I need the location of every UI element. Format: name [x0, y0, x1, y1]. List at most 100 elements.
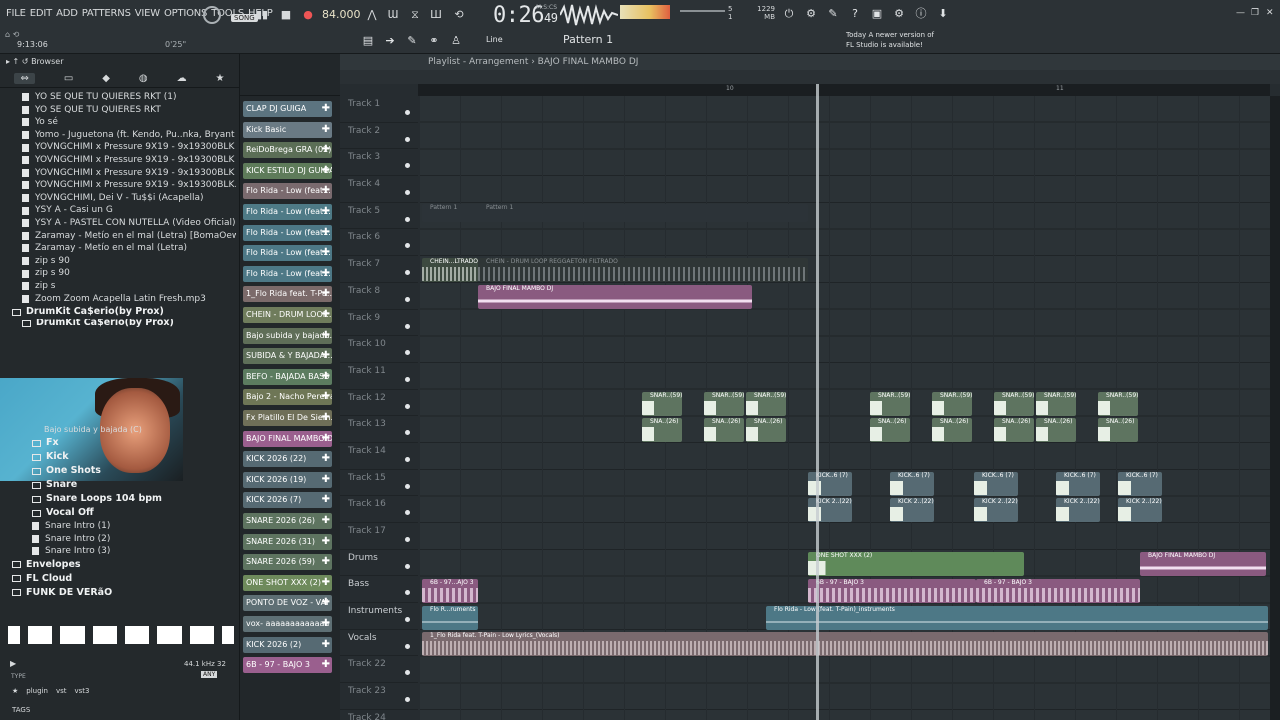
- list-item[interactable]: YSY A - Casi un G: [0, 204, 236, 217]
- channel-button[interactable]: SUBIDA & Y BAJADA... ✚: [243, 348, 332, 365]
- channel-plus-icon[interactable]: ✚: [322, 410, 330, 426]
- folder-item[interactable]: FL Cloud: [0, 572, 236, 586]
- audio-clip[interactable]: 6B - 97 - BAJO 3: [808, 579, 976, 603]
- audio-clip[interactable]: SNAR..(59): [704, 392, 744, 416]
- track-header[interactable]: Track 6: [340, 229, 418, 257]
- track-mute-icon[interactable]: [405, 563, 410, 569]
- channel-plus-icon[interactable]: ✚: [322, 657, 330, 673]
- audio-clip[interactable]: Flo Rida - Low (feat. T-Pain)_instrument…: [766, 606, 1268, 630]
- channel-button[interactable]: KICK 2026 (19) ✚: [243, 471, 332, 488]
- audio-clip[interactable]: KICK..6 (7): [1118, 472, 1162, 496]
- vertical-scrollbar[interactable]: [1270, 96, 1280, 720]
- channel-button[interactable]: Flo Rida - Low (feat... ✚: [243, 204, 332, 220]
- list-item[interactable]: zip s 90: [0, 255, 236, 268]
- audio-clip[interactable]: SNAR..(59): [994, 392, 1034, 416]
- list-item[interactable]: Snare Intro (2): [0, 533, 236, 546]
- track-header[interactable]: Track 13: [340, 416, 418, 443]
- minimize-icon[interactable]: —: [1236, 8, 1245, 18]
- wait-icon[interactable]: Ɯ: [385, 8, 401, 22]
- track-header[interactable]: Track 7: [340, 256, 418, 283]
- audio-clip[interactable]: SNAR..(59): [1098, 392, 1138, 416]
- channel-button[interactable]: Kick Basic ✚: [243, 121, 332, 138]
- menu-view[interactable]: VIEW: [135, 8, 160, 19]
- tab-world-icon[interactable]: ◍: [139, 73, 148, 84]
- channel-button[interactable]: CLAP DJ GUIGA ✚: [243, 101, 332, 117]
- track-header[interactable]: Track 3: [340, 149, 418, 177]
- channel-button[interactable]: ONE SHOT XXX (2) ✚: [243, 574, 332, 591]
- audio-clip[interactable]: SNA..(26): [1036, 418, 1076, 442]
- audio-clip[interactable]: KICK..6 (7): [808, 472, 852, 496]
- tag-vst3[interactable]: vst3: [74, 687, 89, 695]
- track-mute-icon[interactable]: [405, 430, 410, 436]
- channel-plus-icon[interactable]: ✚: [322, 328, 330, 344]
- track-header[interactable]: Track 1: [340, 96, 418, 123]
- audio-clip[interactable]: KICK 2..(22): [1056, 498, 1100, 522]
- track-header[interactable]: Track 16: [340, 496, 418, 523]
- menu-file[interactable]: FILE: [6, 8, 26, 19]
- any-badge[interactable]: ANY: [201, 671, 218, 678]
- audio-clip[interactable]: SNA..(26): [870, 418, 910, 442]
- help-icon[interactable]: ?: [848, 7, 862, 21]
- channel-button[interactable]: KICK 2026 (7) ✚: [243, 492, 332, 509]
- list-item[interactable]: Yo sé: [0, 116, 236, 129]
- channel-button[interactable]: BEFO - BAJADA BASS ✚: [243, 368, 332, 385]
- audio-clip[interactable]: KICK 2..(22): [808, 498, 852, 522]
- list-item[interactable]: Zaramay - Metío en el mal (Letra) [BomaO…: [0, 230, 236, 243]
- track-header[interactable]: Bass: [340, 576, 418, 604]
- audio-clip[interactable]: SNAR..(59): [642, 392, 682, 416]
- plugin-icon[interactable]: ⚙: [892, 7, 906, 21]
- track-mute-icon[interactable]: [405, 376, 410, 382]
- audio-clip[interactable]: CHEIN...LTRADO: [422, 258, 478, 282]
- channel-button[interactable]: BAJO FINAL MAMBO DJ ✚: [243, 430, 332, 447]
- channel-plus-icon[interactable]: ✚: [322, 369, 330, 385]
- list-item[interactable]: YSY A - PASTEL CON NUTELLA (Video Oficia…: [0, 217, 236, 230]
- list-item[interactable]: YOVNGCHIMI x Pressure 9X19 - 9x19300BLK …: [0, 141, 236, 154]
- audio-clip[interactable]: SNA..(26): [932, 418, 972, 442]
- mixer-icon[interactable]: ⚙: [804, 7, 818, 21]
- list-item[interactable]: YO SE QUE TU QUIERES RKT: [0, 104, 236, 117]
- tab-project-icon[interactable]: ▭: [64, 73, 73, 84]
- channel-plus-icon[interactable]: ✚: [322, 595, 330, 611]
- audio-clip[interactable]: KICK 2..(22): [974, 498, 1018, 522]
- track-header[interactable]: Drums: [340, 550, 418, 577]
- channel-button[interactable]: CHEIN - DRUM LOOP... ✚: [243, 307, 332, 323]
- menu-patterns[interactable]: PATTERNS: [82, 8, 131, 19]
- channel-plus-icon[interactable]: ✚: [322, 122, 330, 138]
- channel-button[interactable]: PONTO DE VOZ - VAI ✚: [243, 595, 332, 612]
- audio-clip[interactable]: SNA..(26): [746, 418, 786, 442]
- metronome-icon[interactable]: ⋀: [364, 8, 380, 22]
- channel-plus-icon[interactable]: ✚: [322, 142, 330, 158]
- track-header[interactable]: Instruments: [340, 603, 418, 630]
- audio-clip[interactable]: SNAR..(59): [932, 392, 972, 416]
- audio-clip[interactable]: KICK 2..(22): [1118, 498, 1162, 522]
- track-header[interactable]: Track 22: [340, 656, 418, 684]
- track-header[interactable]: Track 11: [340, 363, 418, 390]
- audio-clip[interactable]: SNA..(26): [994, 418, 1034, 442]
- channel-button[interactable]: vox- aaaaaaaaaaaaa ✚: [243, 616, 332, 632]
- channel-plus-icon[interactable]: ✚: [322, 307, 330, 323]
- countdown-icon[interactable]: ⧖: [407, 8, 423, 22]
- channel-button[interactable]: ReiDoBrega GRA (02) ✚: [243, 142, 332, 159]
- track-header[interactable]: Track 14: [340, 443, 418, 470]
- list-item[interactable]: YO SE QUE TU QUIERES RKT (1): [0, 91, 236, 104]
- save-icon[interactable]: ▣: [870, 7, 884, 21]
- channel-button[interactable]: 1_Flo Rida feat. T-Pa... ✚: [243, 286, 332, 303]
- track-mute-icon[interactable]: [405, 110, 410, 115]
- star-icon[interactable]: ★: [12, 687, 18, 695]
- list-item[interactable]: YOVNGCHIMI x Pressure 9X19 - 9x19300BLK.…: [0, 179, 236, 192]
- track-mute-icon[interactable]: [405, 216, 410, 222]
- audio-clip[interactable]: ONE SHOT XXX (2): [808, 552, 1024, 576]
- channel-button[interactable]: 6B - 97 - BAJO 3 ✚: [243, 657, 332, 674]
- folder-item[interactable]: FUNK DE VERãO: [0, 586, 236, 600]
- pencil-icon[interactable]: ✎: [404, 34, 420, 47]
- channel-plus-icon[interactable]: ✚: [322, 492, 330, 508]
- track-mute-icon[interactable]: [405, 270, 410, 276]
- tab-cloud-icon[interactable]: ☁: [177, 73, 187, 84]
- track-mute-icon[interactable]: [405, 190, 410, 196]
- undo-history-icon[interactable]: ⏻: [782, 7, 796, 21]
- audio-clip[interactable]: SNA..(26): [642, 418, 682, 442]
- arrow-right-icon[interactable]: ➔: [382, 34, 398, 47]
- folder-item[interactable]: Snare: [0, 478, 236, 492]
- channel-button[interactable]: Flo Rida - Low (feat... ✚: [243, 183, 332, 200]
- channel-plus-icon[interactable]: ✚: [322, 245, 330, 261]
